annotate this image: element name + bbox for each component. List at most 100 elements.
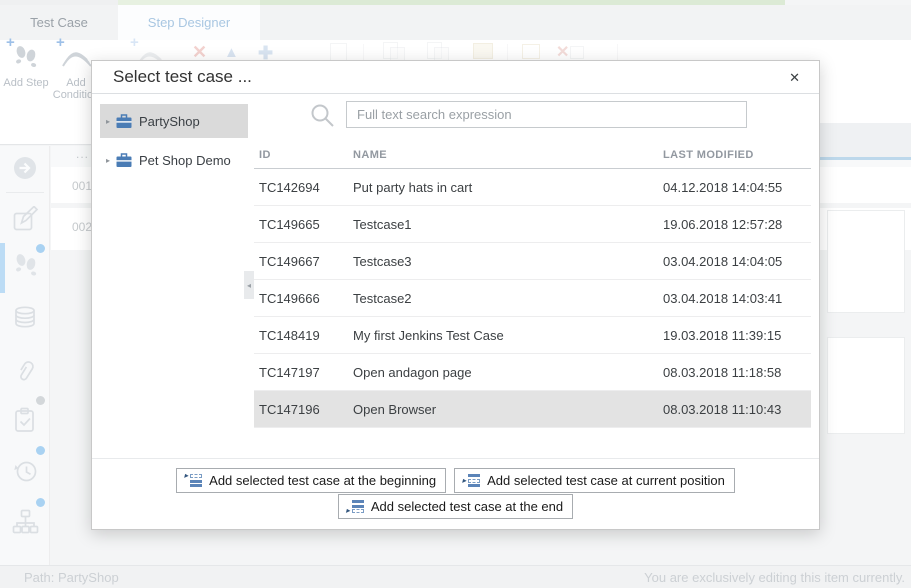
table-header: ID NAME LAST MODIFIED: [254, 141, 811, 169]
expander-icon[interactable]: ▸: [100, 156, 116, 165]
dialog-footer-divider: [92, 458, 819, 459]
hierarchy-icon[interactable]: [11, 508, 41, 538]
add-step-button[interactable]: + Add Step: [2, 42, 50, 89]
status-bar: Path: PartyShop You are exclusively edit…: [0, 565, 911, 588]
add-at-current-position-label: Add selected test case at current positi…: [487, 473, 725, 488]
paste-icon: [473, 43, 493, 59]
run-settings-icon: [522, 44, 540, 59]
cell-name: Put party hats in cart: [353, 180, 663, 195]
background-blue-divider: [820, 157, 911, 160]
background-panel: [827, 210, 905, 313]
cell-id: TC149666: [259, 291, 353, 306]
remove-run-icon: ✕: [556, 42, 569, 62]
step-row-number: 001: [72, 179, 92, 193]
condition-wave-icon: +: [60, 42, 92, 72]
search-input[interactable]: [346, 101, 747, 128]
table-row[interactable]: TC149666 Testcase2 03.04.2018 14:03:41: [254, 280, 811, 317]
dialog-title: Select test case ...: [113, 67, 252, 87]
briefcase-icon: [116, 114, 132, 129]
cell-id: TC147196: [259, 402, 353, 417]
checklist-clipboard-icon[interactable]: [11, 406, 41, 436]
cell-modified: 08.03.2018 11:18:58: [663, 365, 811, 380]
tree-collapse-splitter[interactable]: ◂: [244, 271, 254, 299]
footprints-icon: +: [10, 42, 42, 72]
cell-modified: 08.03.2018 11:10:43: [663, 402, 811, 417]
close-icon[interactable]: ✕: [785, 68, 804, 88]
history-icon[interactable]: [11, 456, 41, 486]
table-row[interactable]: TC149665 Testcase1 19.06.2018 12:57:28: [254, 206, 811, 243]
add-step-label: Add Step: [2, 77, 50, 89]
table-row-selected[interactable]: TC147196 Open Browser 08.03.2018 11:10:4…: [254, 391, 811, 428]
attachment-paperclip-icon[interactable]: [11, 358, 41, 388]
column-id: ID: [259, 149, 353, 161]
cell-name: My first Jenkins Test Case: [353, 328, 663, 343]
notification-dot: [36, 498, 45, 507]
sidebar-divider: [6, 192, 44, 193]
active-section-indicator: [0, 243, 5, 293]
navigate-arrow-icon[interactable]: [11, 154, 41, 184]
background-band: [820, 123, 911, 157]
background-panel: [827, 337, 905, 434]
cell-name: Testcase2: [353, 291, 663, 306]
cell-id: TC149667: [259, 254, 353, 269]
tab-test-case-label: Test Case: [30, 15, 88, 30]
add-at-beginning-button[interactable]: ▸ Add selected test case at the beginnin…: [176, 468, 446, 493]
step-row-number: 002: [72, 220, 92, 234]
tree-item-partyshop[interactable]: ▸ PartyShop: [100, 104, 248, 138]
sidebar: [0, 146, 50, 565]
test-case-tree: ▸ PartyShop ▸ Pet Shop Demo: [100, 104, 248, 177]
cell-name: Open andagon page: [353, 365, 663, 380]
plus-icon: +: [130, 37, 139, 49]
add-at-beginning-label: Add selected test case at the beginning: [209, 473, 436, 488]
table-row[interactable]: TC149667 Testcase3 03.04.2018 14:04:05: [254, 243, 811, 280]
edit-icon[interactable]: [11, 206, 41, 236]
steps-footprints-icon[interactable]: [11, 250, 41, 280]
cell-id: TC142694: [259, 180, 353, 195]
cell-name: Testcase3: [353, 254, 663, 269]
notification-dot: [36, 446, 45, 455]
collapse-arrow-icon: ◂: [247, 281, 251, 290]
briefcase-icon: [116, 153, 132, 168]
cell-name: Open Browser: [353, 402, 663, 417]
status-editing-notice: You are exclusively editing this item cu…: [644, 570, 905, 585]
table-row[interactable]: TC148419 My first Jenkins Test Case 19.0…: [254, 317, 811, 354]
database-icon[interactable]: [11, 304, 41, 334]
cell-modified: 19.03.2018 11:39:15: [663, 328, 811, 343]
move-up-icon: ▲: [224, 44, 239, 61]
plus-icon: +: [56, 37, 65, 49]
add-at-current-position-button[interactable]: ▸ Add selected test case at current posi…: [454, 468, 735, 493]
add-at-end-label: Add selected test case at the end: [371, 499, 563, 514]
cell-id: TC149665: [259, 217, 353, 232]
tree-item-label: Pet Shop Demo: [139, 153, 231, 168]
add-at-beginning-icon: ▸: [186, 473, 203, 488]
column-name: NAME: [353, 149, 663, 161]
select-test-case-dialog: Select test case ... ✕ ▸ PartyShop ▸ Pet…: [91, 60, 820, 530]
tree-item-label: PartyShop: [139, 114, 200, 129]
expander-icon[interactable]: ▸: [100, 117, 116, 126]
cell-id: TC147197: [259, 365, 353, 380]
status-path: Path: PartyShop: [24, 570, 119, 585]
cell-id: TC148419: [259, 328, 353, 343]
table-row[interactable]: TC142694 Put party hats in cart 04.12.20…: [254, 169, 811, 206]
add-at-end-icon: ▸: [348, 499, 365, 514]
column-last-modified: LAST MODIFIED: [663, 149, 811, 161]
tab-step-designer[interactable]: Step Designer: [118, 5, 260, 40]
grid-header-ellipsis: ...: [76, 147, 89, 161]
dialog-title-divider: [92, 93, 819, 94]
plus-icon: +: [6, 37, 15, 49]
add-at-current-position-icon: ▸: [464, 473, 481, 488]
cell-modified: 19.06.2018 12:57:28: [663, 217, 811, 232]
dialog-button-row: ▸ Add selected test case at the end: [92, 494, 819, 519]
table-row[interactable]: TC147197 Open andagon page 08.03.2018 11…: [254, 354, 811, 391]
cell-modified: 04.12.2018 14:04:55: [663, 180, 811, 195]
cell-name: Testcase1: [353, 217, 663, 232]
cell-modified: 03.04.2018 14:03:41: [663, 291, 811, 306]
cell-modified: 03.04.2018 14:04:05: [663, 254, 811, 269]
tree-item-pet-shop-demo[interactable]: ▸ Pet Shop Demo: [100, 143, 248, 177]
add-at-end-button[interactable]: ▸ Add selected test case at the end: [338, 494, 573, 519]
search-icon: [310, 103, 336, 129]
notification-dot: [36, 396, 45, 405]
test-case-table: ID NAME LAST MODIFIED TC142694 Put party…: [254, 141, 811, 428]
dialog-button-row: ▸ Add selected test case at the beginnin…: [92, 468, 819, 493]
tab-step-designer-label: Step Designer: [148, 15, 230, 30]
